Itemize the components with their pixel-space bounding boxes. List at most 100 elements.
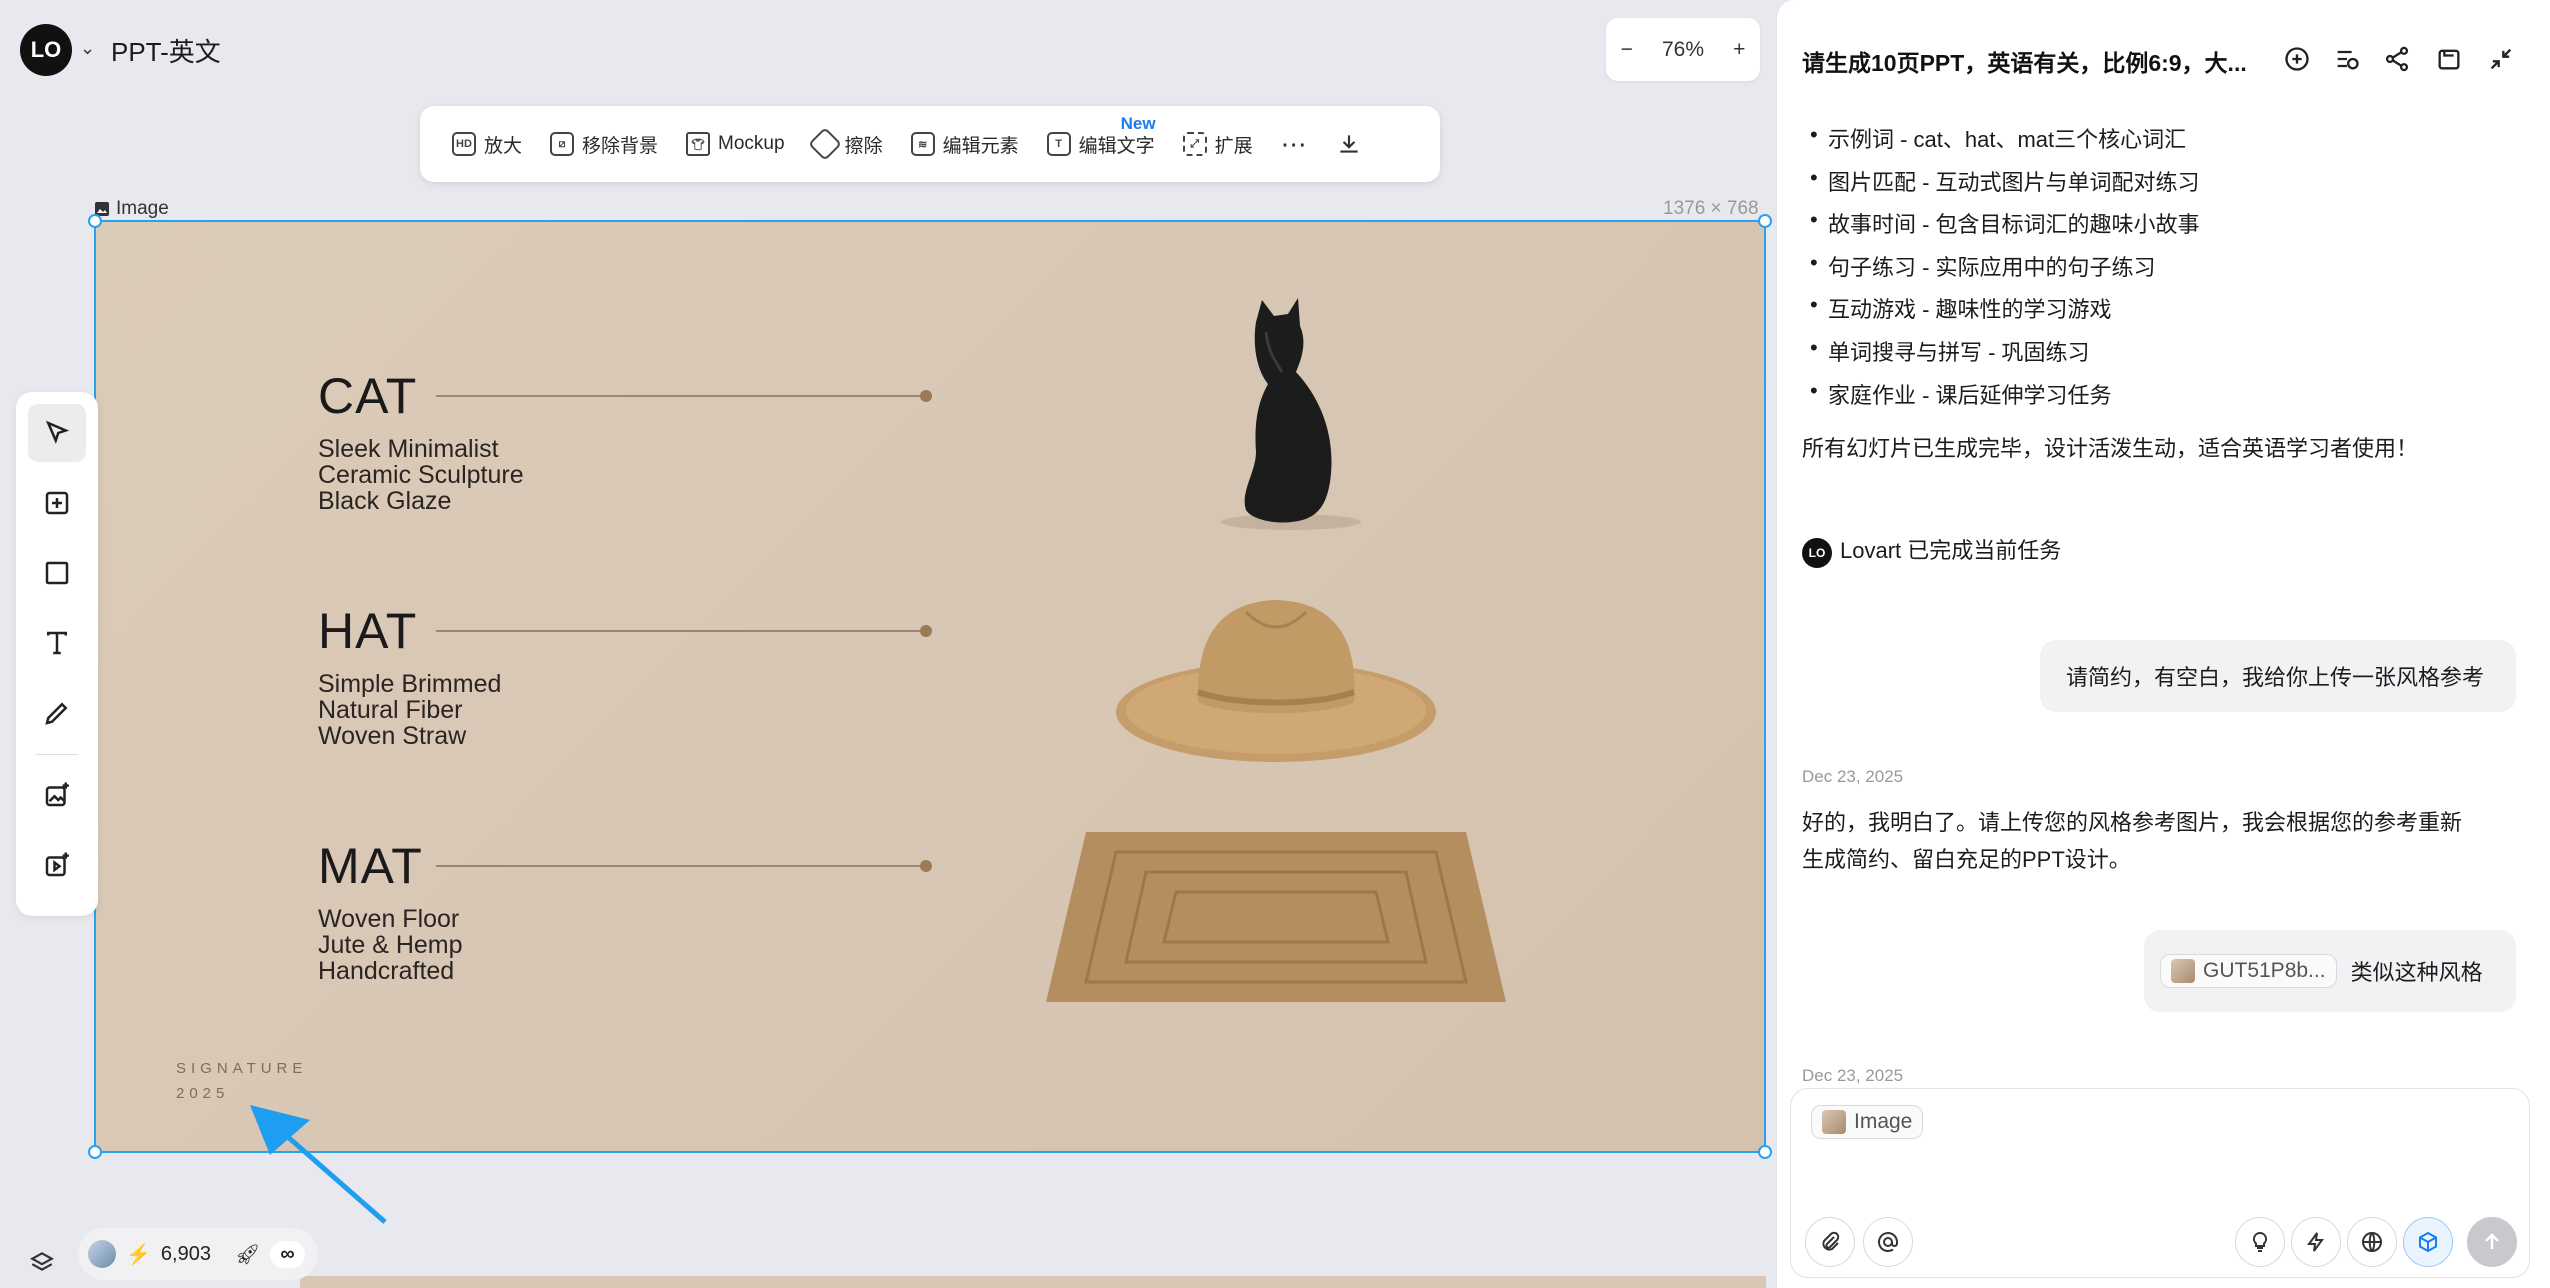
new-badge: New — [1120, 114, 1156, 133]
add-square-icon — [45, 491, 69, 515]
collapse-button[interactable] — [2484, 42, 2518, 76]
desc-line: Jute & Hemp — [318, 931, 463, 959]
fast-mode-button[interactable] — [2291, 1217, 2341, 1267]
history-button[interactable] — [2330, 42, 2364, 76]
web-search-button[interactable] — [2347, 1217, 2397, 1267]
text-icon — [47, 631, 67, 655]
download-button[interactable] — [1324, 120, 1374, 168]
globe-icon — [2362, 1232, 2382, 1252]
infinity-button[interactable]: ∞ — [270, 1240, 305, 1268]
message-date: Dec 23, 2025 — [1802, 1066, 1904, 1085]
pen-icon — [45, 702, 68, 725]
list-item: 家庭作业 - 课后延伸学习任务 — [1810, 378, 2112, 410]
folder-icon — [2438, 49, 2460, 70]
collapse-icon — [2490, 48, 2512, 70]
attach-button[interactable] — [1805, 1217, 1855, 1267]
desc-line: Handcrafted — [318, 957, 455, 985]
desc-line: Woven Floor — [318, 905, 460, 933]
assets-button[interactable] — [2432, 42, 2466, 76]
remove-bg-button[interactable]: ⧄ 移除背景 — [538, 120, 670, 168]
attachment-thumbnail — [2171, 959, 2195, 983]
user-message: GUT51P8b... 类似这种风格 — [2144, 930, 2516, 1012]
word-hat: HAT — [318, 603, 418, 659]
send-button[interactable] — [2467, 1217, 2517, 1267]
history-icon — [2337, 50, 2359, 70]
image-label: Image — [94, 198, 169, 220]
chevron-down-icon[interactable]: ⌄ — [80, 38, 95, 59]
resize-handle[interactable] — [88, 1145, 102, 1159]
mockup-button[interactable]: 👕︎ Mockup — [674, 120, 797, 168]
avatar[interactable] — [88, 1240, 116, 1268]
share-icon — [2385, 46, 2409, 72]
layers-button[interactable] — [24, 1244, 60, 1280]
upscale-label: 放大 — [484, 135, 523, 157]
connector-dot — [920, 625, 932, 637]
image-label-text: Image — [116, 198, 169, 219]
new-chat-button[interactable] — [2280, 42, 2314, 76]
attachment-chip[interactable]: GUT51P8b... — [2160, 954, 2337, 988]
list-item: 示例词 - cat、hat、mat三个核心词汇 — [1810, 122, 2186, 154]
3d-mode-button[interactable] — [2403, 1217, 2453, 1267]
zoom-out-button[interactable]: − — [1621, 38, 1633, 62]
selected-image[interactable]: CAT Sleek Minimalist Ceramic Sculpture B… — [88, 214, 1772, 1159]
select-tool[interactable] — [28, 404, 86, 462]
shirt-icon: 👕︎ — [686, 132, 711, 156]
cat-sculpture-image — [1221, 298, 1361, 530]
word-cat: CAT — [318, 368, 418, 424]
more-button[interactable]: ⋯ — [1269, 120, 1320, 168]
video-generate-tool[interactable] — [28, 836, 86, 894]
paperclip-icon — [1822, 1231, 1840, 1251]
add-frame-tool[interactable] — [28, 474, 86, 532]
edit-text-label: 编辑文字 — [1078, 135, 1155, 157]
lightbulb-icon — [2252, 1231, 2268, 1252]
text-edit-icon: T — [1046, 132, 1071, 156]
app-logo[interactable]: LO — [20, 24, 72, 76]
text-tool[interactable] — [28, 614, 86, 672]
chat-plus-icon — [2285, 47, 2309, 71]
upscale-button[interactable]: HD 放大 — [440, 120, 534, 168]
next-image-edge[interactable] — [300, 1276, 1766, 1288]
list-item: 故事时间 - 包含目标词汇的趣味小故事 — [1810, 207, 2200, 239]
credits-count[interactable]: 6,903 — [161, 1243, 211, 1266]
user-message-text: 请简约，有空白，我给你上传一张风格参考 — [2066, 665, 2485, 690]
assistant-reply-line: 生成简约、留白充足的PPT设计。 — [1802, 847, 2131, 872]
word-mat: MAT — [318, 838, 423, 894]
zoom-control: − 76% + — [1606, 18, 1760, 81]
mention-button[interactable] — [1863, 1217, 1913, 1267]
connector-line — [436, 395, 926, 397]
remove-bg-label: 移除背景 — [582, 135, 659, 157]
idea-button[interactable] — [2235, 1217, 2285, 1267]
resize-handle[interactable] — [1758, 214, 1772, 228]
image-sparkle-icon — [45, 782, 69, 807]
chat-input[interactable]: Image — [1790, 1088, 2530, 1278]
shape-tool[interactable] — [28, 544, 86, 602]
expand-button[interactable]: ⤢ 扩展 — [1171, 120, 1265, 168]
desc-line: Black Glaze — [318, 487, 452, 515]
mockup-label: Mockup — [718, 133, 785, 154]
edit-text-button[interactable]: T 编辑文字 New — [1035, 114, 1167, 168]
hd-icon: HD — [452, 132, 476, 156]
pen-tool[interactable] — [28, 684, 86, 742]
cursor-icon — [45, 420, 70, 445]
resize-handle[interactable] — [88, 214, 102, 228]
lightning-icon — [2307, 1232, 2324, 1252]
connector-line — [436, 630, 926, 632]
edit-elements-button[interactable]: ≋ 编辑元素 — [899, 120, 1031, 168]
share-button[interactable] — [2380, 42, 2414, 76]
resize-handle[interactable] — [1758, 1145, 1772, 1159]
layers-edit-icon: ≋ — [910, 132, 935, 156]
input-image-chip[interactable]: Image — [1811, 1105, 1924, 1139]
signature-text: SIGNATURE — [176, 1060, 308, 1077]
zoom-level[interactable]: 76% — [1662, 38, 1704, 62]
zoom-in-button[interactable]: + — [1733, 38, 1745, 62]
rocket-icon[interactable]: 🚀︎ — [235, 1242, 260, 1267]
erase-button[interactable]: 擦除 — [801, 120, 895, 168]
logo-text: LO — [30, 37, 62, 62]
project-title[interactable]: PPT-英文 — [111, 32, 221, 69]
chat-title[interactable]: 请生成10页PPT，英语有关，比例6:9，大... — [1802, 44, 2247, 78]
arrow-annotation-icon — [250, 1105, 387, 1224]
image-generate-tool[interactable] — [28, 766, 86, 824]
assistant-reply-line: 好的，我明白了。请上传您的风格参考图片，我会根据您的参考重新 — [1802, 810, 2463, 835]
arrow-up-icon — [2485, 1233, 2499, 1249]
signature-year: 2025 — [176, 1085, 230, 1102]
